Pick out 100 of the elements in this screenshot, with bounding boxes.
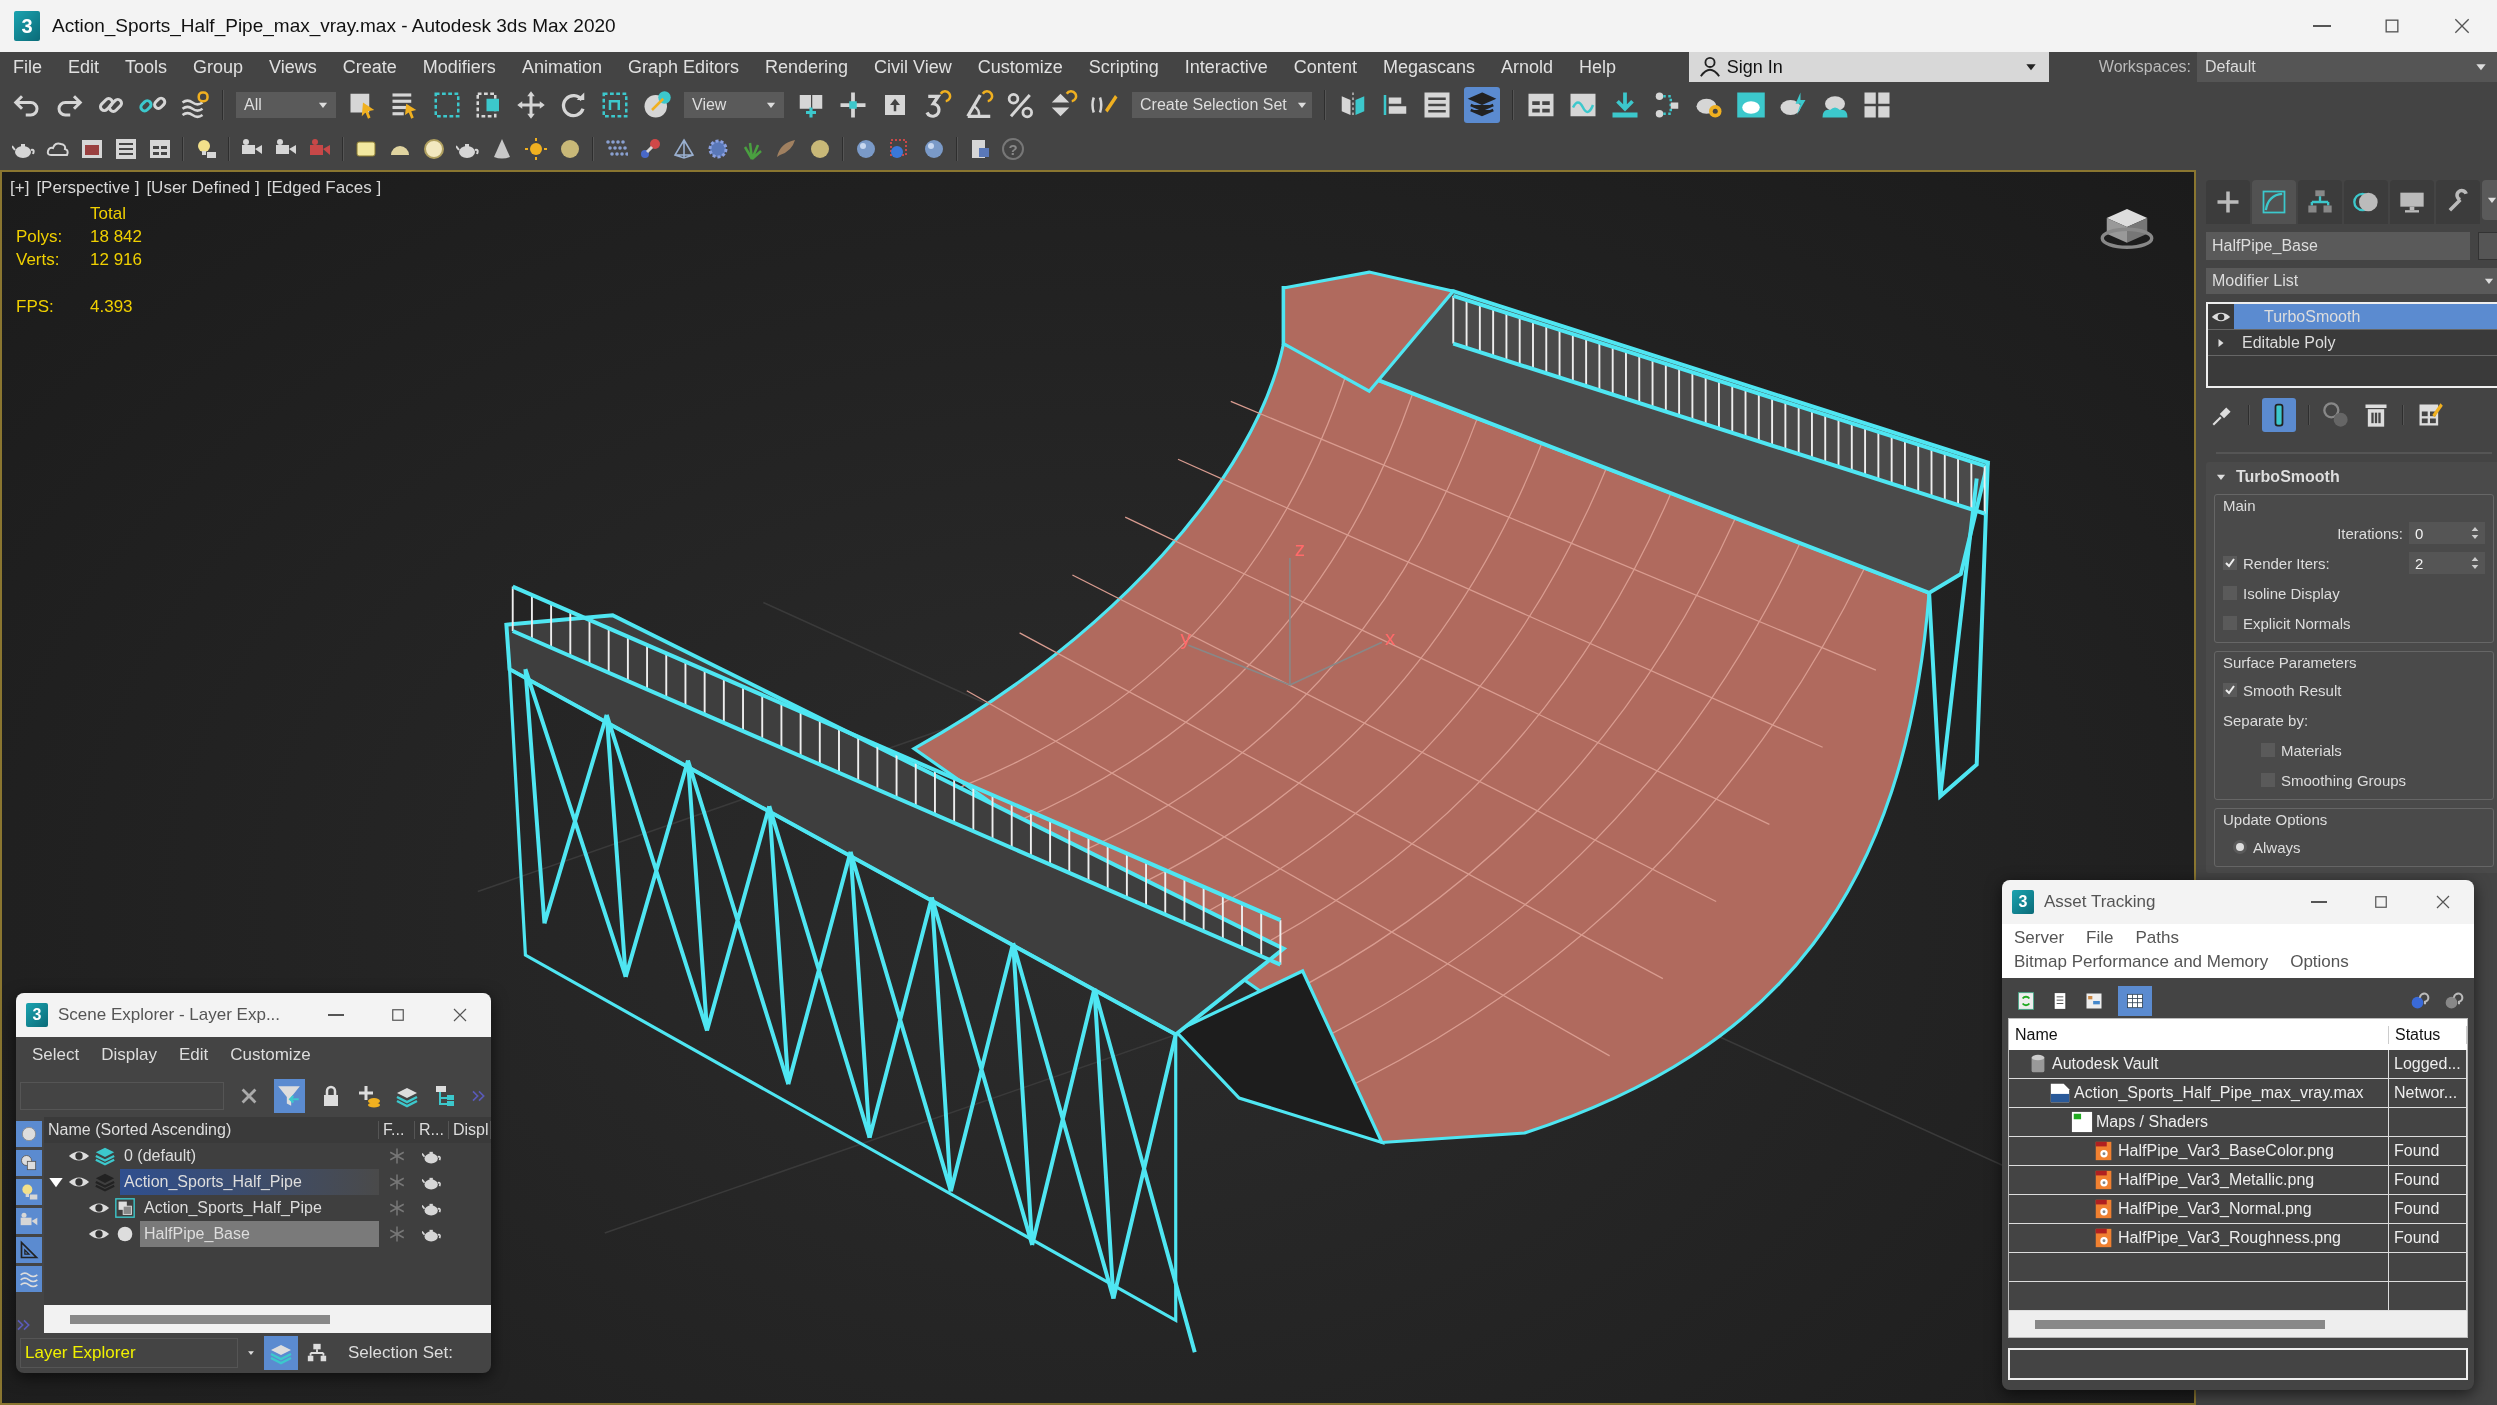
- menu-item[interactable]: Animation: [508, 56, 615, 78]
- menu-item[interactable]: Group: [180, 56, 257, 78]
- help-icon[interactable]: [2410, 991, 2430, 1011]
- rectangle-selection-icon[interactable]: [432, 90, 462, 120]
- menu-item[interactable]: Paths: [2135, 928, 2179, 948]
- checkbox[interactable]: [2223, 556, 2237, 570]
- spinner-field[interactable]: 2: [2409, 552, 2485, 574]
- menu-item[interactable]: Help: [1566, 56, 1629, 78]
- hierarchy-icon[interactable]: [433, 1084, 457, 1108]
- dumbbell-icon[interactable]: [638, 137, 662, 161]
- percent-snap-icon[interactable]: [1006, 90, 1036, 120]
- menu-item[interactable]: Edit: [55, 56, 113, 78]
- menu-item[interactable]: Customize: [964, 56, 1076, 78]
- menu-item[interactable]: Megascans: [1369, 56, 1488, 78]
- tabs-menu-button[interactable]: [2482, 180, 2497, 220]
- scrollbar[interactable]: [2009, 1311, 2467, 1337]
- menu-item[interactable]: Civil View: [861, 56, 965, 78]
- menu-item[interactable]: Modifiers: [409, 56, 509, 78]
- rendered-frame-icon[interactable]: [1736, 90, 1766, 120]
- column-header[interactable]: Status: [2389, 1025, 2467, 1044]
- modifier-list-dropdown[interactable]: Modifier List: [2206, 268, 2497, 294]
- menu-item[interactable]: Views: [256, 56, 330, 78]
- table-view-button[interactable]: [2118, 986, 2152, 1016]
- panel-tab[interactable]: [2298, 180, 2342, 224]
- explorer-dropdown[interactable]: Layer Explorer: [20, 1338, 238, 1368]
- tree-view-icon[interactable]: [2084, 991, 2104, 1011]
- menu-item[interactable]: Customize: [230, 1045, 311, 1067]
- menu-item[interactable]: Interactive: [1171, 56, 1281, 78]
- viewport-label[interactable]: [Edged Faces ]: [266, 178, 382, 198]
- menu-item[interactable]: Arnold: [1487, 56, 1566, 78]
- scrollbar[interactable]: [44, 1305, 491, 1333]
- menu-item[interactable]: File: [2086, 928, 2114, 948]
- sun-icon[interactable]: [524, 137, 548, 161]
- column-header[interactable]: F...: [379, 1121, 415, 1139]
- object-name-field[interactable]: HalfPipe_Base: [2206, 232, 2470, 260]
- sphere-icon[interactable]: [854, 137, 878, 161]
- column-header[interactable]: Displ: [449, 1121, 491, 1139]
- spinner-field[interactable]: 0: [2409, 522, 2485, 544]
- window-icon[interactable]: [80, 137, 104, 161]
- column-header[interactable]: R...: [415, 1121, 449, 1139]
- list-icon[interactable]: [114, 137, 138, 161]
- menu-item[interactable]: Server: [2014, 928, 2065, 948]
- column-header[interactable]: Name (Sorted Ascending): [44, 1121, 379, 1139]
- radio-button[interactable]: [2233, 840, 2247, 854]
- rollout-title[interactable]: TurboSmooth: [2236, 468, 2340, 486]
- menu-item[interactable]: Edit: [179, 1045, 209, 1067]
- ball-icon[interactable]: [558, 137, 582, 161]
- workspace-dropdown[interactable]: Default: [2197, 52, 2497, 82]
- viewport-label[interactable]: [User Defined ]: [146, 178, 260, 198]
- list-icon[interactable]: [1422, 90, 1452, 120]
- tree-item[interactable]: Action_Sports_Half_Pipe: [120, 1169, 379, 1195]
- stack-item[interactable]: Editable Poly: [2234, 330, 2497, 355]
- hierarchy-icon[interactable]: [306, 1342, 328, 1364]
- sphere-icon[interactable]: [922, 137, 946, 161]
- scale-icon[interactable]: [600, 90, 630, 120]
- panel-tab[interactable]: [2344, 180, 2388, 224]
- pyramid-icon[interactable]: [672, 137, 696, 161]
- move-icon[interactable]: [516, 90, 546, 120]
- viewport-label[interactable]: [Perspective ]: [36, 178, 140, 198]
- help-icon[interactable]: [2444, 991, 2464, 1011]
- reference-coordinate-dropdown[interactable]: View: [684, 92, 784, 118]
- menu-item[interactable]: Scripting: [1075, 56, 1172, 78]
- panel-tab[interactable]: [2252, 180, 2296, 224]
- make-unique-icon[interactable]: [2322, 401, 2350, 429]
- menu-item[interactable]: Select: [32, 1045, 80, 1067]
- menu-item[interactable]: Rendering: [752, 56, 862, 78]
- selection-set-dropdown[interactable]: Create Selection Set: [1132, 92, 1312, 118]
- panel-tab[interactable]: [2436, 180, 2480, 224]
- manipulate-icon[interactable]: [838, 90, 868, 120]
- asset-name[interactable]: Autodesk Vault: [2052, 1055, 2159, 1073]
- tree-item[interactable]: Action_Sports_Half_Pipe: [140, 1195, 379, 1221]
- menu-item[interactable]: Content: [1280, 56, 1370, 78]
- download-icon[interactable]: [1610, 90, 1640, 120]
- layer-explorer-button[interactable]: [1464, 87, 1500, 123]
- selection-filter-dropdown[interactable]: All: [236, 92, 336, 118]
- menu-item[interactable]: Tools: [112, 56, 181, 78]
- gallery-icon[interactable]: [1862, 90, 1892, 120]
- gear-icon[interactable]: [706, 137, 730, 161]
- filter-button[interactable]: [16, 1237, 42, 1263]
- menu-item[interactable]: File: [0, 56, 55, 78]
- object-color-swatch[interactable]: [2478, 232, 2497, 260]
- show-end-result-button[interactable]: [2262, 398, 2296, 432]
- glow-icon[interactable]: [422, 137, 446, 161]
- sign-in-button[interactable]: Sign In: [1688, 52, 2049, 82]
- menu-item[interactable]: Graph Editors: [614, 56, 752, 78]
- panel-tab[interactable]: [2206, 180, 2250, 224]
- layers-button[interactable]: [264, 1336, 298, 1370]
- ball-icon[interactable]: [808, 137, 832, 161]
- panel-tab[interactable]: [2390, 180, 2434, 224]
- column-header[interactable]: Name: [2009, 1025, 2389, 1044]
- wave-link-icon[interactable]: [180, 90, 210, 120]
- placement-icon[interactable]: [642, 90, 672, 120]
- angle-snap-icon[interactable]: [964, 90, 994, 120]
- filter-button[interactable]: [16, 1150, 42, 1176]
- add-layer-icon[interactable]: [357, 1084, 381, 1108]
- menu-item[interactable]: Options: [2290, 952, 2349, 972]
- viewport-label[interactable]: [+]: [10, 178, 30, 198]
- menu-item[interactable]: Display: [101, 1045, 157, 1067]
- refresh-icon[interactable]: [2016, 991, 2036, 1011]
- checkbox[interactable]: [2223, 683, 2237, 697]
